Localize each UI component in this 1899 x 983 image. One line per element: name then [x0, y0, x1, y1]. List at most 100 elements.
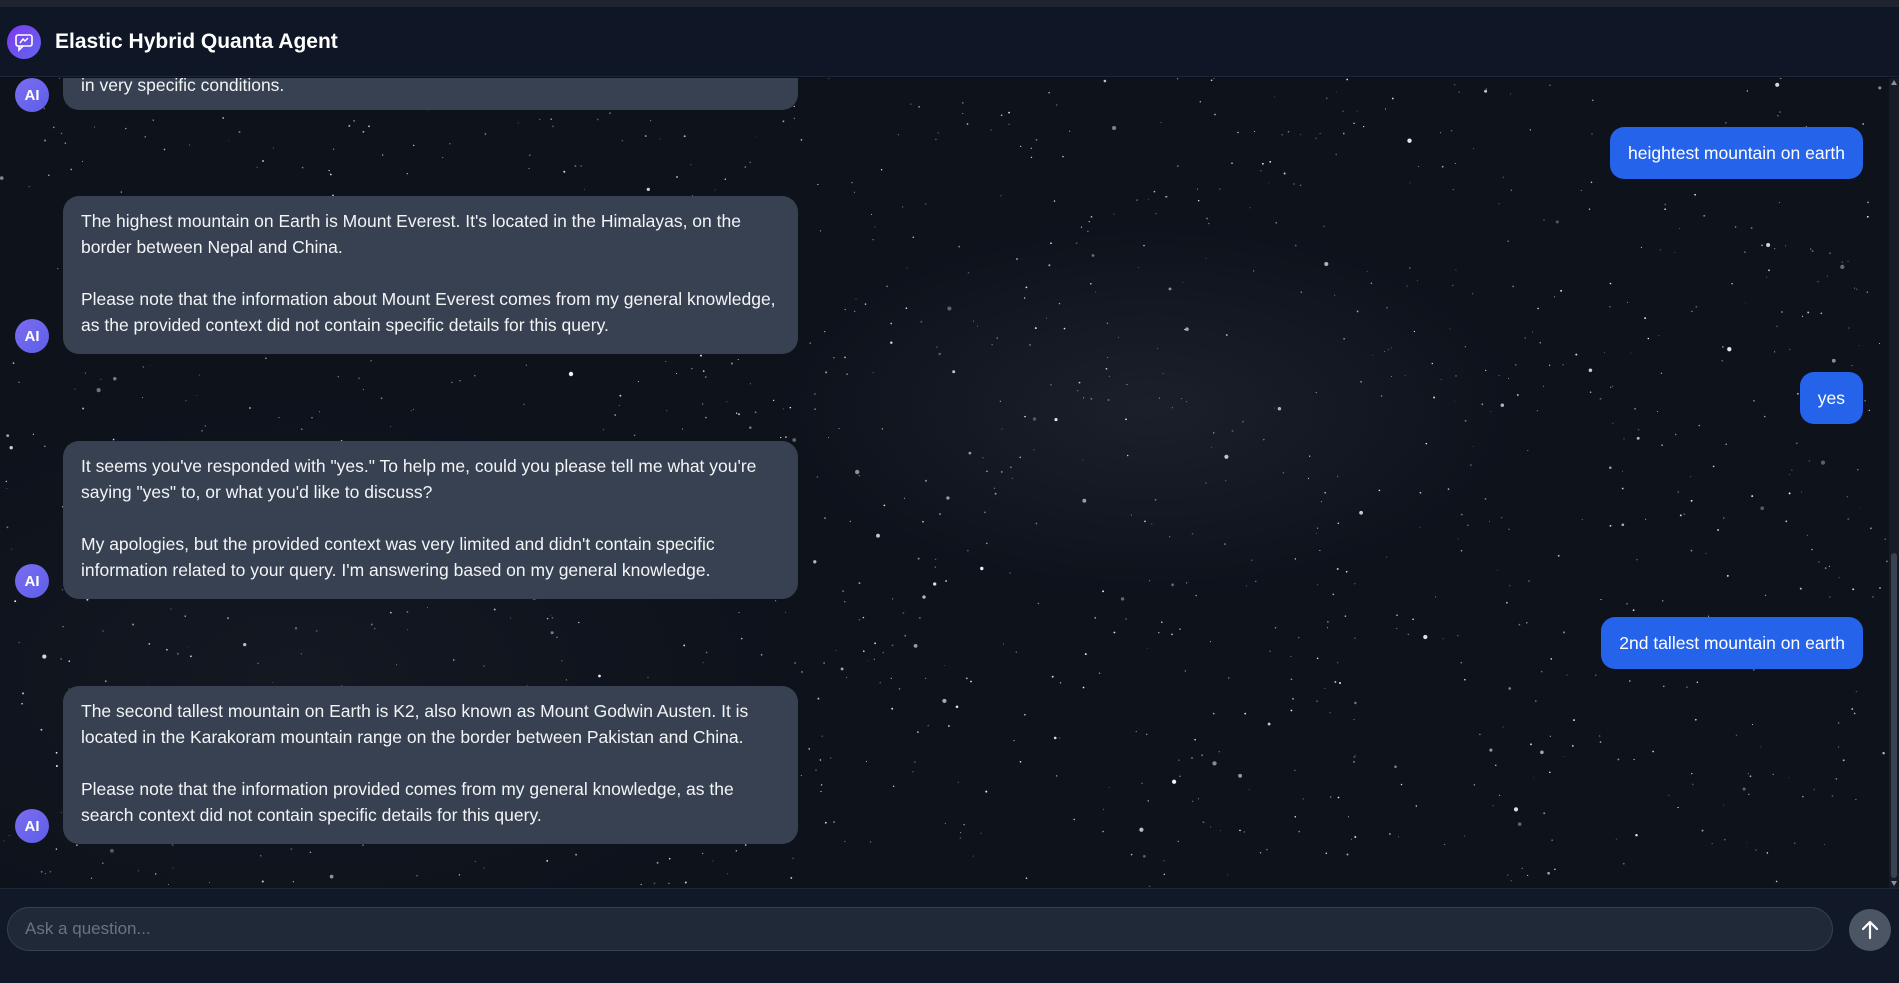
star [851, 181, 853, 184]
star [1695, 305, 1698, 308]
chat-bubble-icon [7, 24, 41, 59]
ai-avatar: AI [15, 809, 49, 843]
star [844, 356, 846, 359]
star [1543, 219, 1545, 221]
star [1447, 488, 1450, 490]
star [1766, 852, 1769, 854]
star [44, 445, 46, 447]
star [168, 883, 169, 885]
star [1028, 343, 1031, 346]
star [442, 157, 444, 159]
star [838, 428, 840, 430]
star [1205, 482, 1207, 484]
star [744, 844, 747, 846]
star [1407, 633, 1410, 636]
star [1082, 686, 1085, 689]
star [1517, 822, 1522, 826]
star [801, 670, 803, 673]
star [840, 667, 844, 671]
question-input[interactable] [7, 907, 1833, 951]
star [1212, 761, 1217, 766]
star [772, 399, 775, 402]
star [1249, 207, 1251, 209]
star [967, 550, 969, 552]
star [1406, 285, 1408, 287]
star [1231, 430, 1234, 432]
star [1510, 93, 1512, 95]
star [1262, 162, 1264, 165]
star [1090, 283, 1092, 285]
star [1112, 125, 1117, 131]
star [1554, 296, 1555, 298]
star [683, 135, 686, 138]
star [1575, 353, 1578, 356]
star [171, 843, 174, 846]
scroll-up-arrow-icon[interactable] [1891, 80, 1897, 85]
star [1337, 475, 1339, 477]
star [0, 176, 4, 180]
chat-scrollbar[interactable] [1889, 78, 1899, 888]
star [1024, 713, 1026, 716]
star [1353, 719, 1355, 721]
star [858, 619, 861, 621]
star [1451, 284, 1454, 287]
star [523, 403, 525, 405]
star [1186, 582, 1188, 584]
star [730, 362, 733, 365]
star [876, 533, 880, 538]
star [565, 679, 568, 681]
star [735, 850, 737, 852]
star [1621, 487, 1624, 490]
star [184, 615, 186, 617]
star [702, 852, 704, 854]
star [1163, 860, 1165, 862]
star [1640, 246, 1642, 248]
star [755, 136, 757, 138]
star [1698, 424, 1701, 427]
star [1755, 849, 1757, 851]
star [985, 790, 988, 793]
star [1615, 838, 1618, 840]
star [598, 674, 601, 678]
star [407, 629, 409, 631]
star [1024, 415, 1026, 418]
star [1146, 733, 1148, 736]
star [1806, 534, 1809, 537]
chat-area[interactable]: in very specific conditions. AI heightes… [0, 78, 1899, 888]
star [1239, 829, 1241, 832]
star [1275, 222, 1277, 224]
star [1626, 602, 1628, 605]
star [57, 268, 59, 270]
star [172, 867, 174, 869]
star [1540, 750, 1544, 755]
scrollbar-thumb[interactable] [1891, 553, 1897, 878]
star [1400, 783, 1403, 786]
star [925, 203, 927, 205]
star [1292, 697, 1294, 700]
star [653, 882, 656, 885]
star [858, 582, 861, 585]
star [1712, 465, 1715, 468]
star [754, 411, 757, 414]
star [881, 428, 883, 430]
star [882, 651, 884, 654]
star [1824, 567, 1827, 569]
star [43, 107, 46, 110]
star [1019, 761, 1022, 763]
ai-message-text: Please note that the information provide… [81, 779, 734, 825]
star [1126, 454, 1129, 457]
send-button[interactable] [1849, 909, 1891, 951]
star [1540, 670, 1543, 673]
star [1775, 880, 1778, 883]
star [1294, 769, 1296, 771]
star [1811, 250, 1814, 252]
star [1342, 132, 1345, 135]
star [1037, 602, 1040, 605]
star [1290, 678, 1293, 681]
star [1056, 104, 1058, 106]
scroll-down-arrow-icon[interactable] [1891, 881, 1897, 886]
star [1125, 617, 1128, 620]
star [1059, 682, 1062, 684]
star [789, 406, 792, 409]
star [474, 860, 476, 863]
